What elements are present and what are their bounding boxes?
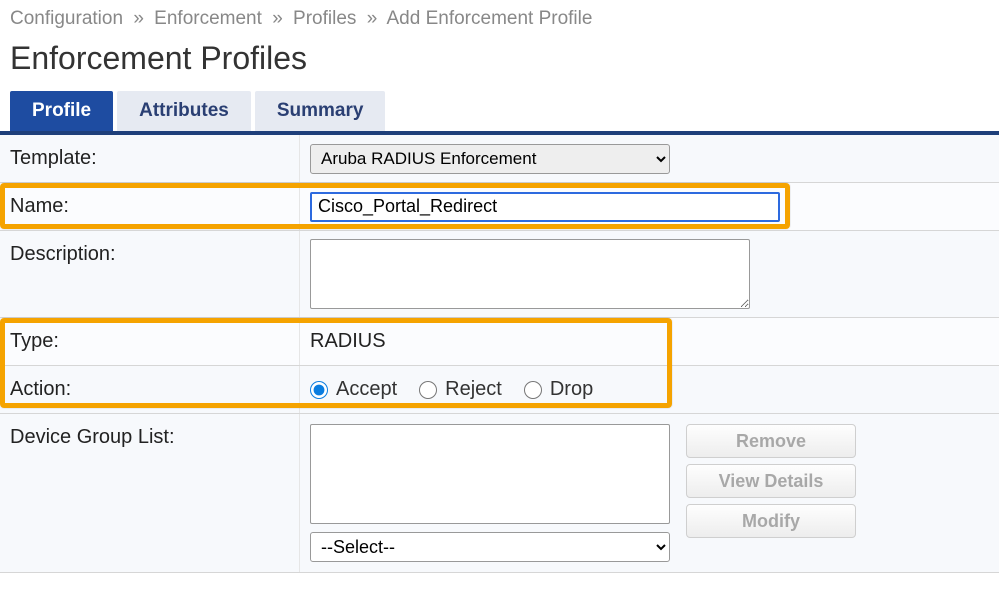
tab-profile[interactable]: Profile (10, 91, 113, 131)
description-label: Description: (0, 231, 300, 317)
modify-button[interactable]: Modify (686, 504, 856, 538)
tab-attributes[interactable]: Attributes (117, 91, 251, 131)
breadcrumb-sep: » (133, 8, 144, 29)
action-radio-group: Accept Reject Drop (310, 374, 593, 405)
tabs-strip: Profile Attributes Summary (0, 91, 999, 135)
breadcrumb-sep: » (272, 8, 283, 29)
action-accept-label[interactable]: Accept (310, 378, 397, 401)
action-drop-label[interactable]: Drop (524, 378, 593, 401)
breadcrumb-sep: » (367, 8, 378, 29)
action-drop-radio[interactable] (524, 381, 542, 399)
remove-button[interactable]: Remove (686, 424, 856, 458)
action-drop-text: Drop (550, 378, 593, 401)
breadcrumb-enforcement[interactable]: Enforcement (154, 8, 262, 29)
type-value: RADIUS (310, 330, 386, 353)
device-group-list-box[interactable] (310, 424, 670, 524)
action-reject-radio[interactable] (419, 381, 437, 399)
breadcrumb-current: Add Enforcement Profile (387, 8, 593, 29)
action-accept-radio[interactable] (310, 381, 328, 399)
view-details-button[interactable]: View Details (686, 464, 856, 498)
device-group-select[interactable]: --Select-- (310, 532, 670, 562)
name-input[interactable] (310, 192, 780, 222)
breadcrumb-profiles[interactable]: Profiles (293, 8, 356, 29)
template-label: Template: (0, 135, 300, 182)
description-textarea[interactable] (310, 239, 750, 309)
action-reject-label[interactable]: Reject (419, 378, 502, 401)
action-accept-text: Accept (336, 378, 397, 401)
device-group-list-label: Device Group List: (0, 414, 300, 572)
breadcrumb: Configuration » Enforcement » Profiles »… (0, 0, 999, 34)
action-label: Action: (0, 366, 300, 413)
action-reject-text: Reject (445, 378, 502, 401)
type-label: Type: (0, 318, 300, 365)
template-select[interactable]: Aruba RADIUS Enforcement (310, 144, 670, 174)
breadcrumb-configuration[interactable]: Configuration (10, 8, 123, 29)
tab-summary[interactable]: Summary (255, 91, 386, 131)
form-area: Template: Aruba RADIUS Enforcement Name:… (0, 135, 999, 573)
page-title: Enforcement Profiles (0, 34, 999, 91)
name-label: Name: (0, 183, 300, 230)
